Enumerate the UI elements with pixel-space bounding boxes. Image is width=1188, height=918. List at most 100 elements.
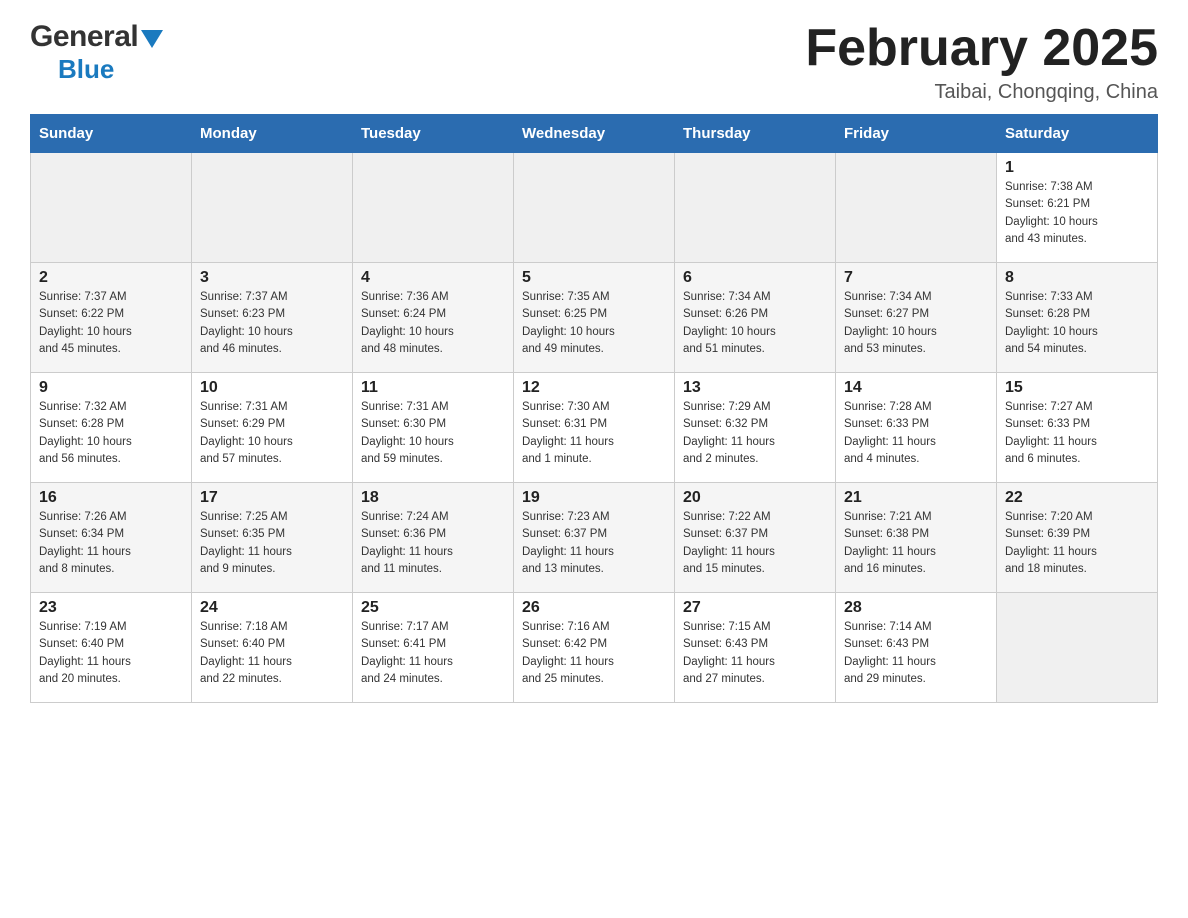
weekday-header-saturday: Saturday — [997, 115, 1158, 153]
calendar-table: SundayMondayTuesdayWednesdayThursdayFrid… — [30, 114, 1158, 703]
calendar-cell: 12 Sunrise: 7:30 AM Sunset: 6:31 PM Dayli… — [514, 373, 675, 483]
calendar-cell — [675, 153, 836, 263]
calendar-cell: 9 Sunrise: 7:32 AM Sunset: 6:28 PM Daylig… — [31, 373, 192, 483]
calendar-cell — [192, 153, 353, 263]
day-info: Sunrise: 7:15 AM Sunset: 6:43 PM Dayligh… — [683, 619, 827, 688]
day-info: Sunrise: 7:34 AM Sunset: 6:27 PM Dayligh… — [844, 289, 988, 358]
day-number: 20 — [683, 489, 827, 507]
day-number: 1 — [1005, 159, 1149, 177]
day-number: 28 — [844, 599, 988, 617]
weekday-header-friday: Friday — [836, 115, 997, 153]
calendar-cell: 24 Sunrise: 7:18 AM Sunset: 6:40 PM Dayli… — [192, 593, 353, 703]
weekday-header-tuesday: Tuesday — [353, 115, 514, 153]
calendar-cell: 17Sunrise: 7:25 AM Sunset: 6:35 PM Dayli… — [192, 483, 353, 593]
day-info: Sunrise: 7:37 AM Sunset: 6:22 PM Dayligh… — [39, 289, 183, 358]
weekday-header-thursday: Thursday — [675, 115, 836, 153]
day-number: 4 — [361, 269, 505, 287]
calendar-cell: 22 Sunrise: 7:20 AM Sunset: 6:39 PM Dayli… — [997, 483, 1158, 593]
day-info: Sunrise: 7:31 AM Sunset: 6:29 PM Dayligh… — [200, 399, 344, 468]
day-number: 12 — [522, 379, 666, 397]
day-number: 11 — [361, 379, 505, 397]
day-number: 25 — [361, 599, 505, 617]
day-info: Sunrise: 7:30 AM Sunset: 6:31 PM Dayligh… — [522, 399, 666, 468]
day-number: 15 — [1005, 379, 1149, 397]
calendar-week-4: 16 Sunrise: 7:26 AM Sunset: 6:34 PM Dayli… — [31, 483, 1158, 593]
day-number: 3 — [200, 269, 344, 287]
calendar-cell: 15 Sunrise: 7:27 AM Sunset: 6:33 PM Dayli… — [997, 373, 1158, 483]
page-header: General Blue February 2025 Taibai, Chong… — [30, 20, 1158, 104]
calendar-cell: 11 Sunrise: 7:31 AM Sunset: 6:30 PM Dayli… — [353, 373, 514, 483]
day-info: Sunrise: 7:27 AM Sunset: 6:33 PM Dayligh… — [1005, 399, 1149, 468]
title-section: February 2025 Taibai, Chongqing, China — [805, 20, 1158, 104]
calendar-cell: 23 Sunrise: 7:19 AM Sunset: 6:40 PM Dayli… — [31, 593, 192, 703]
calendar-cell — [836, 153, 997, 263]
calendar-cell: 6 Sunrise: 7:34 AM Sunset: 6:26 PM Daylig… — [675, 263, 836, 373]
day-number: 13 — [683, 379, 827, 397]
day-info: Sunrise: 7:29 AM Sunset: 6:32 PM Dayligh… — [683, 399, 827, 468]
day-info: Sunrise: 7:36 AM Sunset: 6:24 PM Dayligh… — [361, 289, 505, 358]
day-number: 18 — [361, 489, 505, 507]
calendar-week-2: 2 Sunrise: 7:37 AM Sunset: 6:22 PM Daylig… — [31, 263, 1158, 373]
day-number: 14 — [844, 379, 988, 397]
calendar-cell: 25Sunrise: 7:17 AM Sunset: 6:41 PM Dayli… — [353, 593, 514, 703]
day-number: 9 — [39, 379, 183, 397]
day-info: Sunrise: 7:34 AM Sunset: 6:26 PM Dayligh… — [683, 289, 827, 358]
day-info: Sunrise: 7:35 AM Sunset: 6:25 PM Dayligh… — [522, 289, 666, 358]
logo-general-text: General — [30, 20, 138, 54]
month-title: February 2025 — [805, 20, 1158, 77]
calendar-cell: 16 Sunrise: 7:26 AM Sunset: 6:34 PM Dayli… — [31, 483, 192, 593]
day-number: 16 — [39, 489, 183, 507]
day-number: 2 — [39, 269, 183, 287]
calendar-cell — [997, 593, 1158, 703]
day-info: Sunrise: 7:18 AM Sunset: 6:40 PM Dayligh… — [200, 619, 344, 688]
calendar-cell: 28 Sunrise: 7:14 AM Sunset: 6:43 PM Dayli… — [836, 593, 997, 703]
calendar-cell: 5 Sunrise: 7:35 AM Sunset: 6:25 PM Daylig… — [514, 263, 675, 373]
day-number: 23 — [39, 599, 183, 617]
calendar-cell — [31, 153, 192, 263]
day-info: Sunrise: 7:14 AM Sunset: 6:43 PM Dayligh… — [844, 619, 988, 688]
day-info: Sunrise: 7:31 AM Sunset: 6:30 PM Dayligh… — [361, 399, 505, 468]
day-number: 22 — [1005, 489, 1149, 507]
day-number: 5 — [522, 269, 666, 287]
calendar-cell — [353, 153, 514, 263]
calendar-cell: 19 Sunrise: 7:23 AM Sunset: 6:37 PM Dayli… — [514, 483, 675, 593]
calendar-cell: 21 Sunrise: 7:21 AM Sunset: 6:38 PM Dayli… — [836, 483, 997, 593]
logo: General Blue — [30, 20, 163, 85]
calendar-cell: 18 Sunrise: 7:24 AM Sunset: 6:36 PM Dayli… — [353, 483, 514, 593]
calendar-cell: 3 Sunrise: 7:37 AM Sunset: 6:23 PM Daylig… — [192, 263, 353, 373]
day-info: Sunrise: 7:38 AM Sunset: 6:21 PM Dayligh… — [1005, 179, 1149, 248]
day-info: Sunrise: 7:32 AM Sunset: 6:28 PM Dayligh… — [39, 399, 183, 468]
day-info: Sunrise: 7:37 AM Sunset: 6:23 PM Dayligh… — [200, 289, 344, 358]
calendar-cell: 8Sunrise: 7:33 AM Sunset: 6:28 PM Daylig… — [997, 263, 1158, 373]
weekday-header-row: SundayMondayTuesdayWednesdayThursdayFrid… — [31, 115, 1158, 153]
day-number: 6 — [683, 269, 827, 287]
day-info: Sunrise: 7:28 AM Sunset: 6:33 PM Dayligh… — [844, 399, 988, 468]
day-info: Sunrise: 7:20 AM Sunset: 6:39 PM Dayligh… — [1005, 509, 1149, 578]
calendar-cell: 26Sunrise: 7:16 AM Sunset: 6:42 PM Dayli… — [514, 593, 675, 703]
day-info: Sunrise: 7:21 AM Sunset: 6:38 PM Dayligh… — [844, 509, 988, 578]
day-info: Sunrise: 7:33 AM Sunset: 6:28 PM Dayligh… — [1005, 289, 1149, 358]
day-number: 21 — [844, 489, 988, 507]
calendar-week-1: 1 Sunrise: 7:38 AM Sunset: 6:21 PM Daylig… — [31, 153, 1158, 263]
day-info: Sunrise: 7:23 AM Sunset: 6:37 PM Dayligh… — [522, 509, 666, 578]
weekday-header-sunday: Sunday — [31, 115, 192, 153]
calendar-cell: 14 Sunrise: 7:28 AM Sunset: 6:33 PM Dayli… — [836, 373, 997, 483]
day-number: 27 — [683, 599, 827, 617]
calendar-cell — [514, 153, 675, 263]
day-info: Sunrise: 7:16 AM Sunset: 6:42 PM Dayligh… — [522, 619, 666, 688]
calendar-cell: 13 Sunrise: 7:29 AM Sunset: 6:32 PM Dayli… — [675, 373, 836, 483]
calendar-cell: 1 Sunrise: 7:38 AM Sunset: 6:21 PM Daylig… — [997, 153, 1158, 263]
day-info: Sunrise: 7:26 AM Sunset: 6:34 PM Dayligh… — [39, 509, 183, 578]
day-info: Sunrise: 7:22 AM Sunset: 6:37 PM Dayligh… — [683, 509, 827, 578]
calendar-cell: 10Sunrise: 7:31 AM Sunset: 6:29 PM Dayli… — [192, 373, 353, 483]
calendar-cell: 2 Sunrise: 7:37 AM Sunset: 6:22 PM Daylig… — [31, 263, 192, 373]
day-info: Sunrise: 7:19 AM Sunset: 6:40 PM Dayligh… — [39, 619, 183, 688]
logo-blue-text: Blue — [58, 54, 114, 84]
day-info: Sunrise: 7:25 AM Sunset: 6:35 PM Dayligh… — [200, 509, 344, 578]
calendar-cell: 20 Sunrise: 7:22 AM Sunset: 6:37 PM Dayli… — [675, 483, 836, 593]
weekday-header-monday: Monday — [192, 115, 353, 153]
day-number: 19 — [522, 489, 666, 507]
day-info: Sunrise: 7:24 AM Sunset: 6:36 PM Dayligh… — [361, 509, 505, 578]
day-number: 24 — [200, 599, 344, 617]
weekday-header-wednesday: Wednesday — [514, 115, 675, 153]
